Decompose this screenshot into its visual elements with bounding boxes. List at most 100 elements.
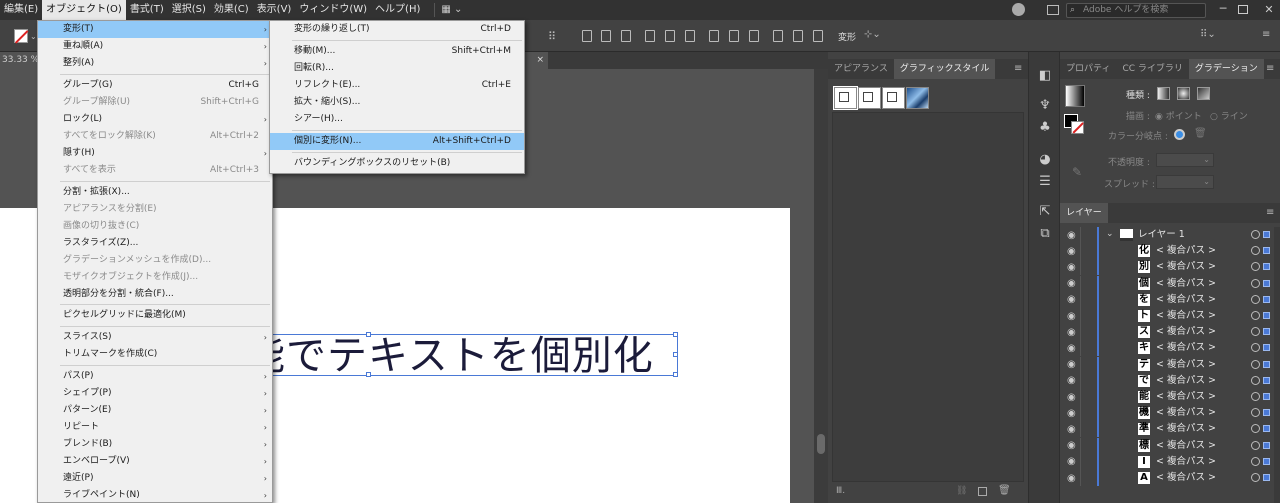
target-icon[interactable] [1251, 473, 1260, 482]
object-menu-item[interactable]: 重ね順(A) › [38, 38, 272, 55]
close-window-button[interactable]: ✕ [1260, 0, 1278, 20]
selection-indicator[interactable] [1263, 441, 1270, 449]
gradient-panel-menu-icon[interactable]: ≡ [1266, 63, 1274, 74]
align-right-icon[interactable] [621, 30, 631, 42]
align-left-icon[interactable] [582, 30, 592, 42]
layer-row[interactable]: ◉ テ < 複合パス > [1060, 356, 1274, 373]
selection-indicator[interactable] [1263, 295, 1270, 303]
layer-lock-column[interactable] [1080, 308, 1081, 324]
close-tab-icon[interactable]: × [536, 52, 544, 69]
menu-help[interactable]: ヘルプ(H) [371, 0, 424, 20]
layer-row-top[interactable]: ◉ ⌄ レイヤー 1 [1060, 227, 1274, 243]
isolate-icon[interactable]: ⠿⌄ [1200, 29, 1216, 40]
eye-icon[interactable]: ◉ [1067, 246, 1076, 257]
eye-icon[interactable]: ◉ [1067, 359, 1076, 370]
target-icon[interactable] [1251, 424, 1260, 434]
layer-row[interactable]: ◉ ス < 複合パス > [1060, 324, 1274, 341]
bbox-handle-bc[interactable] [366, 372, 371, 377]
canvas-scroll-thumb[interactable] [817, 434, 825, 454]
menu-edit[interactable]: 編集(E) [0, 0, 42, 20]
graphic-style-default[interactable] [833, 86, 858, 110]
control-bar-menu-icon[interactable]: ≡ [1262, 29, 1270, 40]
target-icon[interactable] [1251, 456, 1260, 466]
object-menu-item[interactable]: グループ(G) Ctrl+G [38, 77, 272, 94]
distribute-right-icon[interactable] [813, 30, 823, 42]
layers-panel-menu-icon[interactable]: ≡ [1266, 207, 1274, 218]
eye-icon[interactable]: ◉ [1067, 424, 1076, 435]
layer-row[interactable]: ◉ 個 < 複合パス > [1060, 275, 1274, 292]
layer-row[interactable]: ◉ キ < 複合パス > [1060, 340, 1274, 357]
layer-row[interactable]: ◉ 準 < 複合パス > [1060, 421, 1274, 438]
export-panel-icon[interactable]: ⇱ [1037, 204, 1053, 220]
eye-icon[interactable]: ◉ [1067, 230, 1076, 241]
transform-menu-item[interactable]: 回転(R)... [270, 60, 524, 77]
object-menu-item[interactable]: ライブペイント(N) › [38, 487, 272, 503]
layer-row[interactable]: ◉ A < 複合パス > [1060, 470, 1274, 486]
eye-icon[interactable]: ◉ [1067, 262, 1076, 273]
align-top-icon[interactable] [645, 30, 655, 42]
eye-icon[interactable]: ◉ [1067, 311, 1076, 322]
panel-layout-icon[interactable] [1047, 5, 1059, 15]
minimize-button[interactable]: ─ [1214, 0, 1232, 20]
target-icon[interactable] [1251, 294, 1260, 304]
object-menu-item[interactable]: 遠近(P) › [38, 470, 272, 487]
layer-lock-column[interactable] [1080, 275, 1081, 292]
tab-graphic-styles[interactable]: グラフィックスタイル [893, 59, 996, 79]
layer-lock-column[interactable] [1080, 421, 1081, 438]
object-menu-item[interactable]: エンベロープ(V) › [38, 453, 272, 470]
graphic-style-3[interactable] [882, 87, 905, 109]
swatch-panel-icon[interactable]: ◧ [1037, 68, 1053, 84]
object-menu-item[interactable]: ラスタライズ(Z)... [38, 235, 272, 252]
selection-indicator[interactable] [1263, 279, 1270, 287]
bbox-handle-tc[interactable] [366, 332, 371, 337]
transform-menu-item[interactable]: シアー(H)... [270, 111, 524, 128]
target-icon[interactable] [1251, 440, 1260, 450]
eye-icon[interactable]: ◉ [1067, 294, 1076, 305]
object-menu-item[interactable]: スライス(S) › [38, 329, 272, 346]
color-panel-icon[interactable]: ◕ [1037, 152, 1053, 168]
eye-icon[interactable]: ◉ [1067, 408, 1076, 419]
object-menu-item[interactable]: トリムマークを作成(C) [38, 346, 272, 363]
layer-lock-column[interactable] [1080, 243, 1081, 260]
radial-gradient-button[interactable] [1177, 87, 1190, 100]
align-grid-icon[interactable]: ⠿ [548, 30, 556, 43]
target-icon[interactable] [1251, 278, 1260, 288]
target-icon[interactable] [1251, 343, 1260, 353]
selection-indicator[interactable] [1263, 312, 1270, 319]
align-bottom-icon[interactable] [685, 30, 695, 42]
object-menu-item[interactable]: ロック(L) › [38, 111, 272, 128]
layer-row[interactable]: ◉ 化 < 複合パス > [1060, 243, 1274, 260]
distribute-top-icon[interactable] [709, 30, 719, 42]
layer-row[interactable]: ◉ 標 < 複合パス > [1060, 437, 1274, 454]
transform-options-icon[interactable]: ⊹⌄ [864, 29, 881, 40]
tab-appearance[interactable]: アピアランス [828, 59, 894, 79]
target-icon[interactable] [1251, 311, 1260, 320]
layer-row[interactable]: ◉ 機 < 複合パス > [1060, 405, 1274, 422]
layer-lock-column[interactable] [1080, 291, 1081, 308]
menu-select[interactable]: 選択(S) [168, 0, 210, 20]
brush-panel-icon[interactable]: ♆ [1037, 98, 1053, 114]
freeform-gradient-button[interactable] [1197, 87, 1210, 100]
layer-lock-column[interactable] [1080, 372, 1081, 389]
transform-link[interactable]: 変形 [838, 30, 856, 43]
selection-indicator[interactable] [1263, 360, 1270, 368]
selection-indicator[interactable] [1263, 409, 1270, 417]
eyedropper-icon[interactable]: ✎ [1072, 165, 1082, 179]
linear-gradient-button[interactable] [1157, 87, 1170, 100]
layer-row[interactable]: ◉ ト < 複合パス > [1060, 308, 1274, 324]
selection-indicator[interactable] [1263, 344, 1270, 352]
layer-lock-column[interactable] [1080, 356, 1081, 373]
object-menu-item[interactable]: 分割・拡張(X)... [38, 184, 272, 201]
opacity-dropdown[interactable]: ⌄ [1156, 153, 1214, 167]
spread-dropdown[interactable]: ⌄ [1156, 175, 1214, 189]
gradient-preview-swatch[interactable] [1065, 85, 1085, 107]
point-radio[interactable]: ◉ ポイント [1155, 109, 1202, 122]
object-menu-item[interactable]: 変形(T) › [38, 21, 272, 38]
object-menu-item[interactable]: シェイプ(P) › [38, 385, 272, 402]
delete-style-icon[interactable]: 🗑 [998, 485, 1011, 496]
stroke-dropdown-icon[interactable]: ⌄ [30, 32, 37, 41]
transform-menu-item[interactable]: バウンディングボックスのリセット(B) [270, 155, 524, 172]
layers-scrollbar[interactable] [1274, 227, 1280, 503]
selection-indicator[interactable] [1263, 231, 1270, 238]
library-icon[interactable]: Ⅲ. [836, 486, 845, 496]
